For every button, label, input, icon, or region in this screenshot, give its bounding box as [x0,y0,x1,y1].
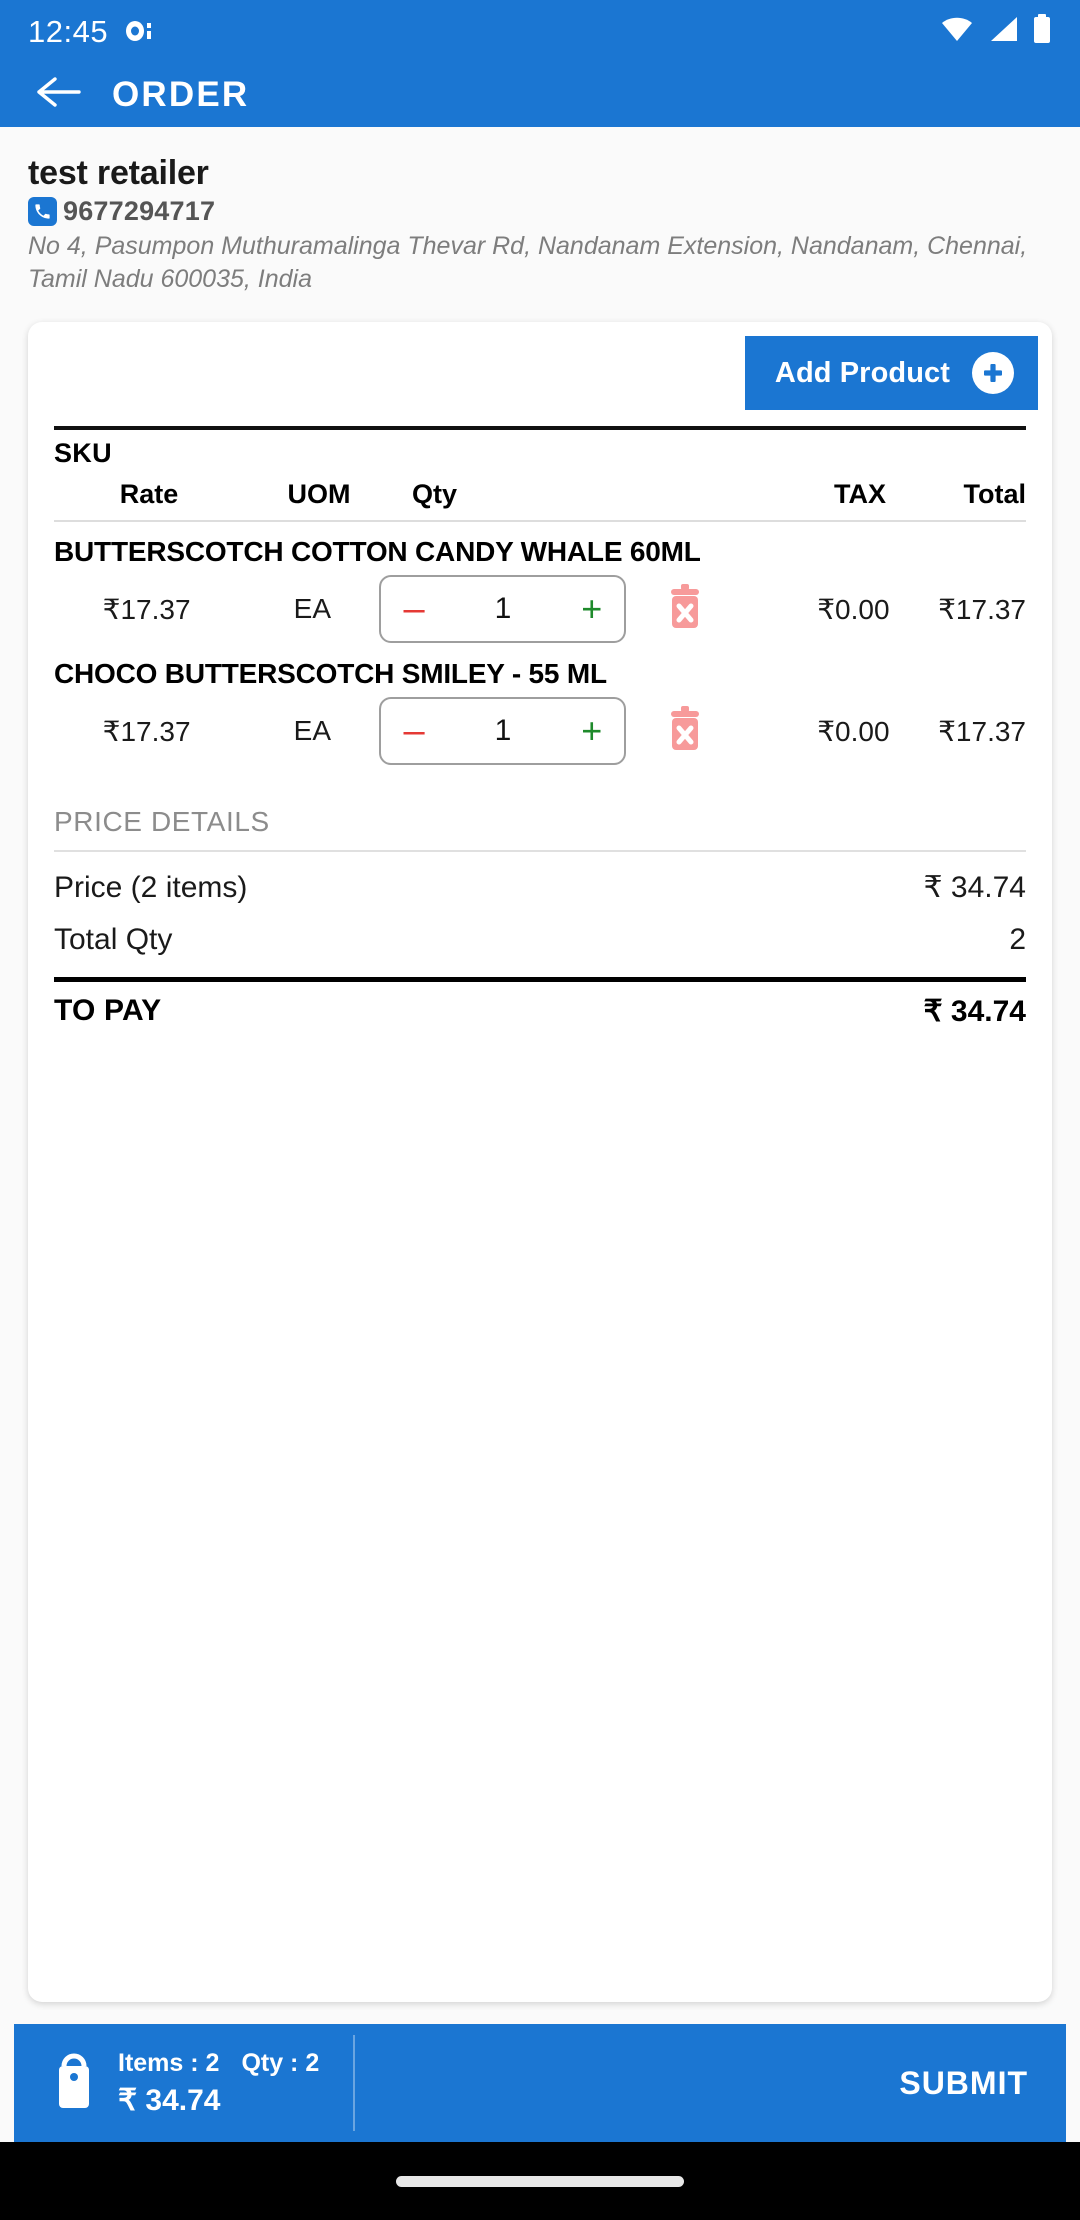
product-tax: ₹0.00 [817,715,890,747]
product-tax: ₹0.00 [817,593,890,625]
table-row: BUTTERSCOTCH COTTON CANDY WHALE 60ML ₹17… [42,522,1038,644]
quantity-increment-button[interactable]: + [581,713,602,749]
quantity-stepper[interactable]: – 1 + [379,575,627,644]
battery-icon [1032,13,1052,49]
price-value: ₹ 34.74 [923,871,1027,905]
price-details-divider [54,850,1026,853]
product-total: ₹17.37 [938,715,1026,747]
to-pay-row: TO PAY ₹ 34.74 [54,994,1026,1029]
table-row: CHOCO BUTTERSCOTCH SMILEY - 55 ML ₹17.37… [42,644,1038,766]
status-bar-time: 12:45 [28,13,109,49]
cart-amount: ₹ 34.74 [118,2083,221,2117]
camera-notification-icon [124,18,154,44]
page-title: ORDER [112,74,250,114]
cart-items-count: Items : 2 [118,2048,220,2077]
add-product-button[interactable]: Add Product [744,336,1038,411]
submit-button[interactable]: SUBMIT [895,2053,1032,2114]
to-pay-label: TO PAY [54,994,162,1028]
back-button[interactable] [30,67,86,123]
product-rate: ₹17.37 [102,593,191,625]
cart-summary: Items : 2 Qty : 2 ₹ 34.74 [118,2049,319,2118]
gesture-home-pill[interactable] [396,2175,684,2187]
delete-trash-icon [663,582,707,637]
wifi-icon [940,15,974,48]
retailer-phone-row[interactable]: 9677294717 [28,196,1052,227]
shopping-bag-icon [48,2050,100,2117]
product-total: ₹17.37 [938,593,1026,625]
table-header: SKU Rate UOM Qty TAX Total [42,430,1038,520]
column-header-uom: UOM [287,479,351,510]
quantity-value[interactable]: 1 [495,592,512,626]
price-row: Price (2 items) ₹ 34.74 [54,870,1026,905]
price-details-title: PRICE DETAILS [54,806,270,838]
quantity-stepper[interactable]: – 1 + [379,697,627,766]
quantity-increment-button[interactable]: + [581,591,602,627]
add-product-row: Add Product [42,322,1038,426]
delete-item-button[interactable] [626,582,743,637]
retailer-info: test retailer 9677294717 No 4, Pasumpon … [0,127,1080,307]
bottom-bar-divider [353,2035,356,2131]
product-name: CHOCO BUTTERSCOTCH SMILEY - 55 ML [54,658,607,690]
app-screen: 12:45 ORDER test retailer 9677294717 No … [0,0,1080,2220]
price-details-section: PRICE DETAILS Price (2 items) ₹ 34.74 To… [42,806,1038,1029]
bottom-bar-wrapper: Items : 2 Qty : 2 ₹ 34.74 SUBMIT [0,2002,1080,2142]
quantity-decrement-button[interactable]: – [403,712,424,750]
add-product-label: Add Product [774,356,950,389]
card-empty-space [42,1029,1038,2002]
column-header-total: Total [963,479,1027,510]
bottom-bar: Items : 2 Qty : 2 ₹ 34.74 SUBMIT [14,2024,1066,2142]
delete-item-button[interactable] [626,704,743,759]
retailer-address: No 4, Pasumpon Muthuramalinga Thevar Rd,… [28,232,1028,294]
retailer-phone-number: 9677294717 [63,196,216,227]
total-qty-label: Total Qty [54,923,173,957]
column-header-rate: Rate [119,479,179,510]
column-header-qty: Qty [412,479,458,510]
delete-trash-icon [663,704,707,759]
total-qty-row: Total Qty 2 [54,923,1026,957]
status-bar: 12:45 [0,0,1080,62]
arrow-left-icon [35,74,81,115]
plus-circle-icon [972,352,1014,395]
cart-qty-count: Qty : 2 [241,2048,320,2077]
phone-icon [28,197,57,227]
column-header-sku: SKU [54,438,112,469]
to-pay-value: ₹ 34.74 [923,995,1027,1029]
product-uom: EA [293,715,331,747]
quantity-value[interactable]: 1 [495,714,512,748]
column-header-tax: TAX [834,479,886,510]
app-bar: ORDER [0,62,1080,127]
system-navigation-bar [0,2142,1080,2220]
product-rate: ₹17.37 [102,715,191,747]
quantity-decrement-button[interactable]: – [403,590,424,628]
cellular-signal-icon [987,15,1019,48]
retailer-name: test retailer [28,154,209,192]
to-pay-divider [54,977,1026,983]
product-uom: EA [293,593,331,625]
total-qty-value: 2 [1009,923,1026,957]
price-label: Price (2 items) [54,871,248,905]
product-name: BUTTERSCOTCH COTTON CANDY WHALE 60ML [54,536,701,568]
order-card: Add Product SKU Rate UOM Qty TAX Total B… [28,322,1052,2002]
